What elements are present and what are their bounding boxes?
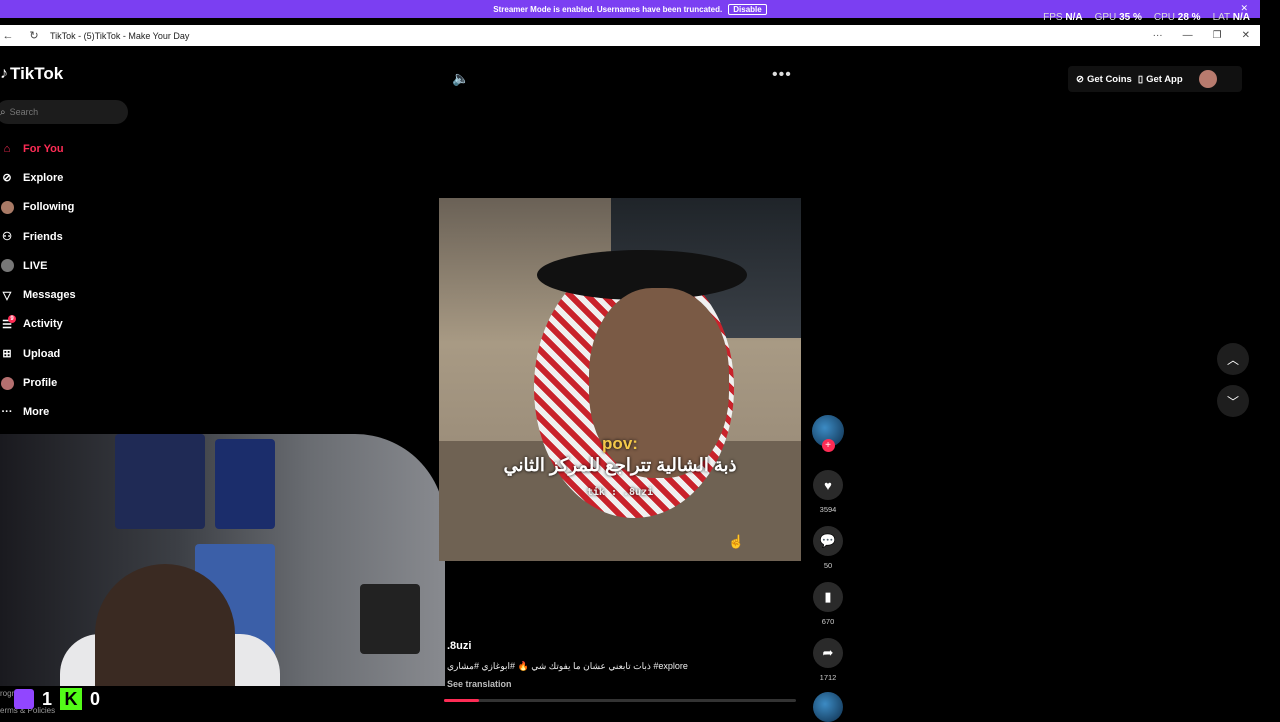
gpu-stat: GPU 35 % xyxy=(1094,12,1142,23)
sidebar-item-explore[interactable]: ⊘ Explore xyxy=(0,163,76,192)
disable-streamer-mode-button[interactable]: Disable xyxy=(728,3,767,15)
heart-icon: ♥ xyxy=(824,477,832,493)
share-icon: ➦ xyxy=(822,645,834,660)
sidebar-item-label: Explore xyxy=(23,171,64,184)
header-actions: ⊘ Get Coins ▯ Get App xyxy=(1068,66,1242,92)
sidebar-item-activity[interactable]: ☰ 9 Activity xyxy=(0,310,76,339)
twitch-icon xyxy=(14,689,34,709)
more-icon: ··· xyxy=(1,406,13,419)
previous-video-button[interactable]: ︿ xyxy=(1217,343,1249,375)
sidebar-item-label: LIVE xyxy=(23,259,48,272)
comment-icon: 💬 xyxy=(819,533,837,548)
sidebar-item-following[interactable]: Following xyxy=(0,193,76,222)
sidebar-item-label: For You xyxy=(23,142,64,155)
sidebar-item-upload[interactable]: ⊞ Upload xyxy=(0,339,76,368)
comment-count: 50 xyxy=(823,561,833,570)
restore-icon[interactable]: ❐ xyxy=(1213,30,1222,41)
sidebar-menu: ⌂ For You ⊘ Explore Following ⚇ Friends LIV… xyxy=(0,134,76,427)
live-icon xyxy=(0,259,14,273)
video-caption-arabic: ذبة الشالية تتراجع للمركز الثاني xyxy=(503,455,737,475)
lat-stat: LAT N/A xyxy=(1212,12,1250,23)
video-caption-pov: pov: xyxy=(602,434,638,453)
back-icon[interactable]: ← xyxy=(2,30,14,42)
performance-stats: FPS N/A GPU 35 % CPU 28 % LAT N/A xyxy=(1043,12,1250,23)
chevron-up-icon: ︿ xyxy=(1226,352,1239,367)
activity-badge: 9 xyxy=(8,315,16,324)
friends-icon: ⚇ xyxy=(2,231,12,244)
video-description: ذبات تابعني عشان ما يفوتك شي 🔥 #ابوغازي … xyxy=(447,661,688,671)
save-count: 670 xyxy=(821,617,835,626)
video-progress-bar[interactable] xyxy=(444,699,796,702)
browser-title: TikTok - (5)TikTok - Make Your Day xyxy=(50,30,190,41)
home-icon: ⌂ xyxy=(3,142,11,155)
phone-icon: ▯ xyxy=(1137,73,1144,85)
reload-icon[interactable]: ↻ xyxy=(28,29,40,42)
sidebar-item-live[interactable]: LIVE xyxy=(0,251,76,280)
sidebar-item-label: Messages xyxy=(23,289,76,302)
kick-icon: K xyxy=(60,688,83,710)
chevron-down-icon: ﹀ xyxy=(1226,394,1239,409)
more-options-icon[interactable]: ••• xyxy=(772,66,792,84)
share-button[interactable]: ➦ xyxy=(813,638,843,668)
next-video-button[interactable]: ﹀ xyxy=(1217,385,1249,417)
comment-button[interactable]: 💬 xyxy=(813,526,843,556)
brand-name: TikTok xyxy=(10,64,64,83)
minimize-icon[interactable]: — xyxy=(1183,30,1193,41)
video-actions: + ♥ 3594 💬 50 ▮ 670 ➦ 1712 xyxy=(811,415,845,722)
cpu-stat: CPU 28 % xyxy=(1153,12,1201,23)
browser-title-bar: ← ↻ TikTok - (5)TikTok - Make Your Day ·… xyxy=(0,25,1260,46)
get-app-button[interactable]: ▯ Get App xyxy=(1138,74,1183,85)
stream-counters: 1 K 0 xyxy=(14,688,100,710)
share-count: 1712 xyxy=(819,673,837,682)
upload-icon: ⊞ xyxy=(2,348,12,361)
sidebar-item-label: Activity xyxy=(23,318,63,331)
follow-plus-icon[interactable]: + xyxy=(821,439,835,452)
get-coins-button[interactable]: ⊘ Get Coins xyxy=(1076,74,1132,85)
mouse-cursor-icon: ☝ xyxy=(728,534,745,549)
fps-stat: FPS N/A xyxy=(1043,12,1083,23)
messages-icon: ▽ xyxy=(2,289,12,302)
browser-menu-icon[interactable]: ··· xyxy=(1153,30,1163,41)
tiktok-note-icon: ♪ xyxy=(0,65,8,82)
sidebar-item-friends[interactable]: ⚇ Friends xyxy=(0,222,76,251)
sidebar-item-for-you[interactable]: ⌂ For You xyxy=(0,134,76,163)
video-progress-fill xyxy=(444,699,480,702)
following-icon xyxy=(0,200,14,214)
sidebar-item-label: Upload xyxy=(23,347,61,360)
compass-icon: ⊘ xyxy=(2,172,12,185)
coin-icon: ⊘ xyxy=(1076,73,1084,85)
user-avatar[interactable] xyxy=(1198,70,1217,88)
video-player[interactable]: pov: ذبة الشالية تتراجع للمركز الثاني ti… xyxy=(439,198,801,561)
sidebar-item-label: More xyxy=(23,406,50,419)
window-close-icon[interactable]: ✕ xyxy=(1242,30,1250,41)
volume-icon[interactable]: 🔈 xyxy=(452,70,469,87)
sidebar-item-more[interactable]: ··· More xyxy=(0,398,76,427)
search-input[interactable]: ⌕ Search xyxy=(0,100,128,124)
search-placeholder: Search xyxy=(9,107,39,117)
streamer-mode-text: Streamer Mode is enabled. Usernames have… xyxy=(493,4,723,14)
sidebar-item-messages[interactable]: ▽ Messages xyxy=(0,280,76,309)
see-translation-link[interactable]: See translation xyxy=(447,679,512,689)
sidebar-item-profile[interactable]: Profile xyxy=(0,368,76,397)
video-caption-tik: tik : .8uzi xyxy=(586,487,654,498)
profile-icon xyxy=(0,376,14,390)
sidebar-item-label: Following xyxy=(23,201,75,214)
sidebar-item-label: Friends xyxy=(23,230,63,243)
search-icon: ⌕ xyxy=(0,106,6,118)
webcam-overlay xyxy=(0,434,445,686)
save-button[interactable]: ▮ xyxy=(813,582,843,612)
bookmark-icon: ▮ xyxy=(824,589,832,604)
twitch-count: 1 xyxy=(42,688,53,709)
music-disc-icon[interactable] xyxy=(813,692,843,722)
like-button[interactable]: ♥ xyxy=(813,470,843,500)
kick-count: 0 xyxy=(90,688,101,709)
video-author[interactable]: .8uzi xyxy=(447,640,471,652)
sidebar-item-label: Profile xyxy=(23,377,58,390)
tiktok-logo[interactable]: ♪ TikTok xyxy=(0,64,63,84)
like-count: 3594 xyxy=(819,505,837,514)
